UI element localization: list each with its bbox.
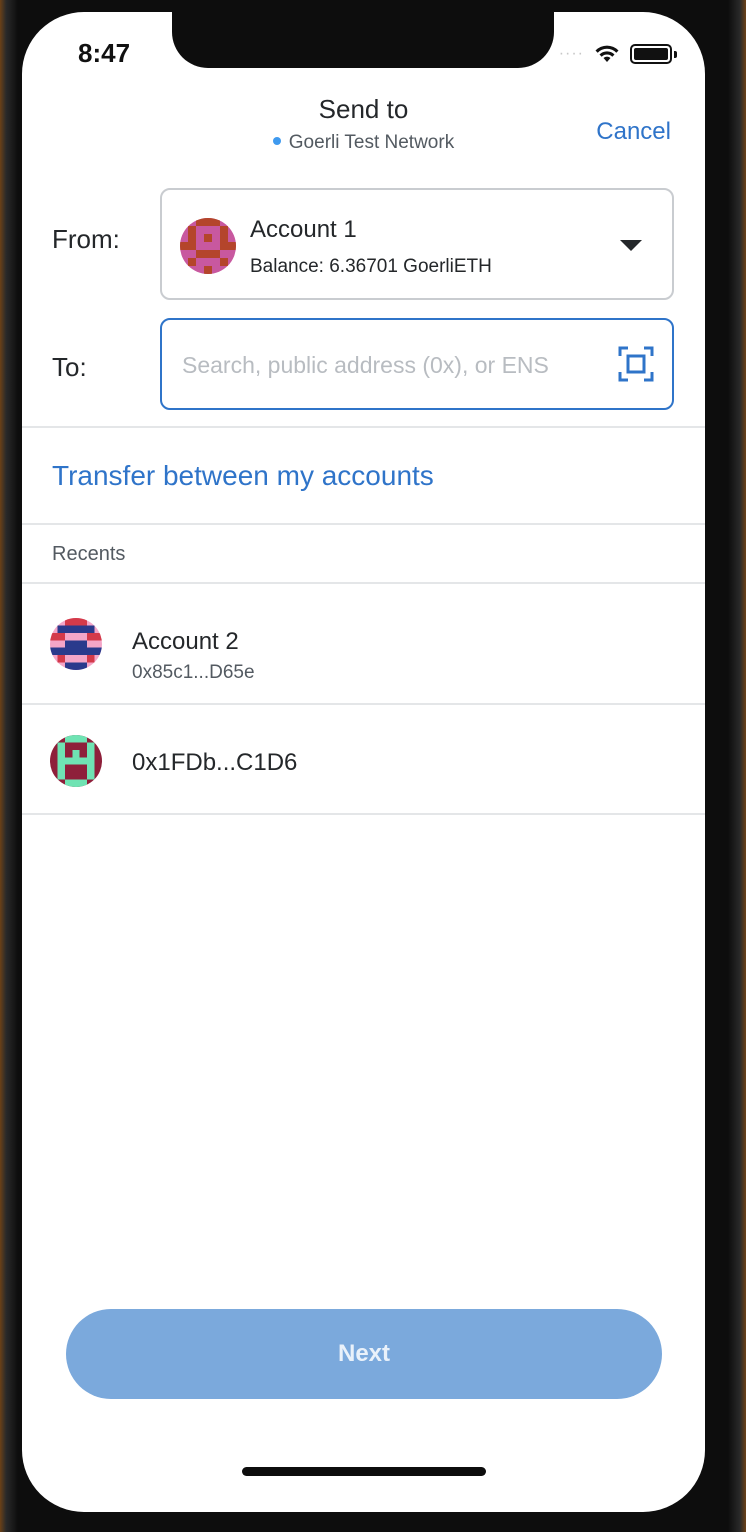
recent-item-address-only[interactable]: 0x1FDb...C1D6 bbox=[22, 705, 705, 813]
qr-scan-icon[interactable] bbox=[618, 346, 654, 382]
recent-item-account-2[interactable]: Account 2 0x85c1...D65e bbox=[22, 584, 705, 702]
battery-cap bbox=[674, 50, 677, 58]
from-account-selector[interactable]: Account 1 Balance: 6.36701 GoerliETH bbox=[160, 188, 674, 300]
chevron-down-icon bbox=[620, 240, 642, 251]
device-notch bbox=[172, 12, 554, 68]
network-name: Goerli Test Network bbox=[288, 132, 455, 153]
app-screen: 8:47 ···· Send to Goerli Test Network Ca… bbox=[22, 12, 705, 1512]
network-dot-icon bbox=[272, 136, 281, 145]
recipient-address-input[interactable] bbox=[180, 342, 604, 388]
recent-identicon bbox=[50, 618, 102, 670]
recent-item-address: 0x85c1...D65e bbox=[132, 662, 255, 683]
divider bbox=[22, 426, 705, 428]
from-account-balance: Balance: 6.36701 GoerliETH bbox=[250, 256, 492, 277]
wifi-icon bbox=[595, 45, 619, 62]
signal-icon: ···· bbox=[558, 45, 584, 62]
to-field-container bbox=[160, 318, 674, 410]
recent-identicon bbox=[50, 735, 102, 787]
status-time: 8:47 bbox=[78, 38, 131, 68]
home-indicator bbox=[242, 1467, 486, 1476]
cancel-button[interactable]: Cancel bbox=[596, 118, 671, 146]
recent-item-name: Account 2 bbox=[132, 628, 239, 655]
battery-icon bbox=[630, 44, 672, 64]
from-account-name: Account 1 bbox=[250, 216, 357, 243]
to-label: To: bbox=[52, 352, 87, 382]
transfer-between-accounts-link[interactable]: Transfer between my accounts bbox=[52, 460, 434, 492]
recents-label: Recents bbox=[52, 543, 126, 565]
recent-item-name: 0x1FDb...C1D6 bbox=[132, 749, 298, 776]
from-label: From: bbox=[52, 224, 120, 254]
recents-header: Recents bbox=[22, 525, 705, 583]
status-icons: ···· bbox=[559, 44, 677, 64]
divider bbox=[22, 813, 705, 815]
next-button[interactable]: Next bbox=[66, 1309, 662, 1399]
account-identicon bbox=[180, 218, 236, 274]
